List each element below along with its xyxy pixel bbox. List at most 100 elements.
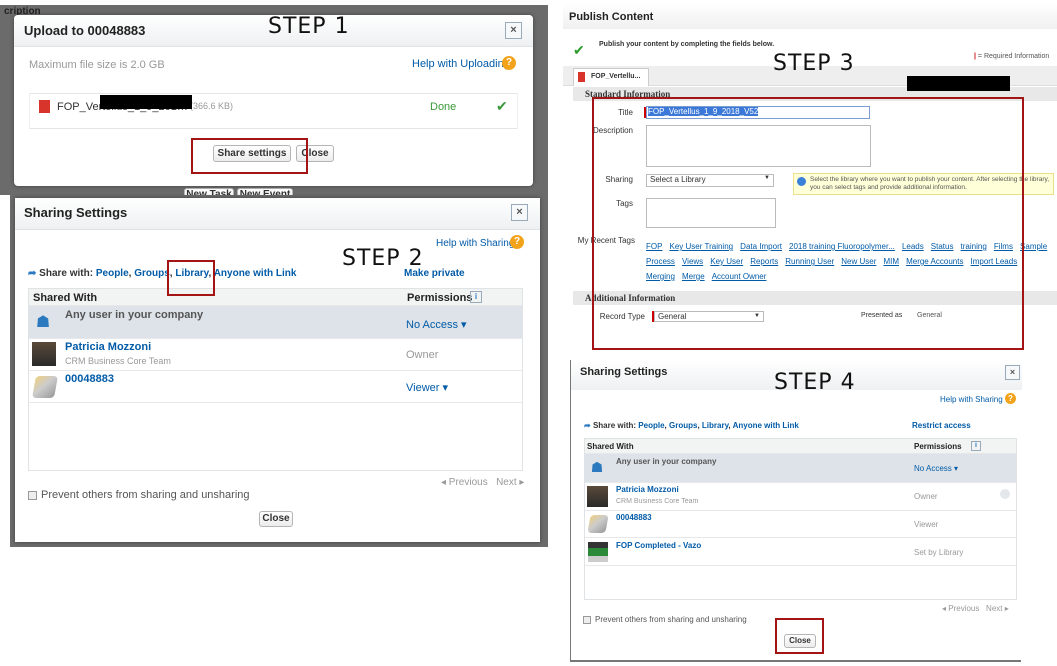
permission-text: Owner [914,492,938,501]
company-icon: ☗ [590,459,604,475]
restrict-access-link[interactable]: Restrict access [912,421,971,430]
redaction [907,76,1010,91]
prevent-checkbox[interactable] [28,490,37,500]
pagination: ◂ Previous Next ▸ [441,477,524,488]
step-label: STEP 4 [774,370,856,395]
permission-text: Owner [406,349,439,361]
close-icon[interactable]: × [505,22,522,39]
file-tab[interactable]: FOP_Vertellu... [573,68,649,86]
share-with-row: ➦ Share with: People, Groups, Library, A… [28,268,297,279]
row-name[interactable]: 00048883 [616,513,652,522]
share-icon: ➦ [584,421,591,430]
step-label: STEP 1 [268,14,350,39]
shared-with-table: Shared With Permissions i ☗ Any user in … [584,438,1017,600]
share-groups-link[interactable]: Groups [669,421,697,430]
company-icon: ☗ [35,314,51,331]
table-header: Shared With Permissions i [29,289,522,306]
file-size: (366.6 KB) [190,101,234,111]
library-icon [588,542,608,562]
help-sharing-link[interactable]: Help with Sharing [436,238,514,249]
close-icon[interactable]: × [511,204,528,221]
dialog-title: Sharing Settings [24,205,128,220]
avatar [587,486,608,507]
share-with-label: Share with: [39,268,94,279]
dialog-title: Upload to 00048883 [24,23,146,38]
share-library-link[interactable]: Library [702,421,729,430]
prevent-checkbox[interactable] [583,615,591,624]
table-row: 00048883 Viewer ▾ [29,371,522,403]
row-name[interactable]: Patricia Mozzoni [65,341,151,353]
previous-link[interactable]: ◂ Previous [942,604,979,613]
share-with-label: Share with: [592,421,637,430]
row-name: Any user in your company [616,457,717,466]
page-title: Publish Content [569,11,654,23]
share-people-link[interactable]: People [96,268,129,279]
dialog-title: Sharing Settings [580,366,668,378]
col-shared-with: Shared With [587,442,634,451]
close-button[interactable]: Close [259,511,293,527]
table-row: ☗ Any user in your company No Access ▾ [585,454,1016,483]
avatar [32,342,56,366]
next-link[interactable]: Next ▸ [986,604,1009,613]
highlight-box [775,618,824,654]
help-uploading-link[interactable]: Help with Uploading [412,58,510,70]
sharing-dialog-final: Sharing Settings × Help with Sharing ? ➦… [570,360,1022,662]
row-name[interactable]: FOP Completed - Vazo [616,541,701,550]
table-row: FOP Completed - Vazo Set by Library [585,538,1016,566]
col-permissions: Permissions [407,292,473,304]
help-icon[interactable]: ? [510,235,524,249]
row-name[interactable]: Patricia Mozzoni [616,485,679,494]
step-label: STEP 2 [342,246,424,271]
info-icon[interactable]: i [971,441,981,451]
share-icon: ➦ [28,268,37,279]
row-name[interactable]: 00048883 [65,373,114,385]
highlight-box [592,97,1024,350]
intro-text: Publish your content by completing the f… [599,41,775,48]
permission-text: Set by Library [914,548,964,557]
prevent-sharing: Prevent others from sharing and unsharin… [583,615,747,624]
permission-dropdown[interactable]: Viewer ▾ [406,381,448,394]
table-header: Shared With Permissions i [585,439,1016,454]
close-icon[interactable]: × [1005,365,1020,380]
share-groups-link[interactable]: Groups [134,268,170,279]
permission-dropdown[interactable]: No Access ▾ [914,464,958,473]
share-anyone-link[interactable]: Anyone with Link [733,421,799,430]
row-subtitle: CRM Business Core Team [616,498,699,505]
row-name: Any user in your company [65,309,204,321]
check-icon: ✔ [496,98,508,114]
share-with-row: ➦ Share with: People, Groups, Library, A… [584,421,799,430]
step-label: STEP 3 [773,51,855,76]
tab-label: FOP_Vertellu... [591,73,641,80]
help-sharing-link[interactable]: Help with Sharing [940,395,1003,404]
remove-icon[interactable] [1000,489,1010,499]
prevent-label: Prevent others from sharing and unsharin… [595,615,747,624]
prevent-label: Prevent others from sharing and unsharin… [41,489,250,501]
col-shared-with: Shared With [33,292,98,304]
help-icon[interactable]: ? [1005,393,1016,404]
prevent-sharing: Prevent others from sharing and unsharin… [28,489,250,501]
help-icon[interactable]: ? [502,56,516,70]
share-people-link[interactable]: People [638,421,664,430]
table-row: 00048883 Viewer [585,511,1016,538]
table-row: ☗ Any user in your company No Access ▾ [29,306,522,339]
permission-text: Viewer [914,520,939,529]
pdf-icon [578,72,585,82]
case-icon [587,515,609,533]
permission-dropdown[interactable]: No Access ▾ [406,318,467,331]
shared-with-table: Shared With Permissions i ☗ Any user in … [28,288,523,471]
previous-link[interactable]: ◂ Previous [441,477,488,488]
highlight-box [191,138,308,174]
case-icon [32,376,58,398]
max-size-text: Maximum file size is 2.0 GB [29,59,165,71]
next-link[interactable]: Next ▸ [496,477,524,488]
highlight-box [167,260,215,296]
pdf-icon [39,100,50,113]
publish-check-icon: ✔ [573,42,585,58]
table-row: Patricia Mozzoni CRM Business Core Team … [585,483,1016,511]
info-icon[interactable]: i [470,291,482,303]
col-permissions: Permissions [914,442,962,451]
sharing-dialog: Sharing Settings × Help with Sharing ? ➦… [15,198,540,542]
share-anyone-link[interactable]: Anyone with Link [214,268,297,279]
redaction [100,95,192,109]
row-subtitle: CRM Business Core Team [65,356,171,366]
